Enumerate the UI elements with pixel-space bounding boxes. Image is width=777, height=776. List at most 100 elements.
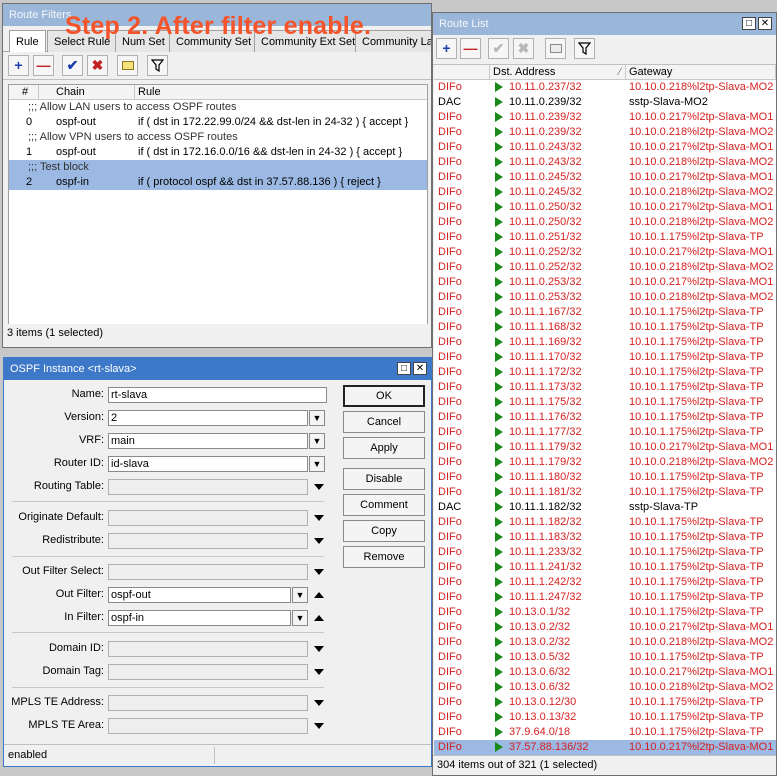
route-list-titlebar[interactable]: Route List □ ✕ xyxy=(433,13,776,35)
route-row[interactable]: DIFo 10.11.1.176/32 10.10.1.175%l2tp-Slava… xyxy=(434,410,776,425)
out-filter-select-field[interactable] xyxy=(108,564,308,580)
add-icon[interactable]: + xyxy=(8,55,29,76)
mpls-te-address-field[interactable] xyxy=(108,695,308,711)
router-id-select[interactable]: id-slava xyxy=(108,456,308,472)
route-row[interactable]: DIFo 10.11.1.242/32 10.10.1.175%l2tp-Slava… xyxy=(434,575,776,590)
route-row[interactable]: DIFo 10.11.0.253/32 10.10.0.218%l2tp-Slava… xyxy=(434,290,776,305)
disable-button[interactable]: Disable xyxy=(343,468,425,490)
route-row[interactable]: DIFo 10.11.1.169/32 10.10.1.175%l2tp-Slava… xyxy=(434,335,776,350)
route-row[interactable]: DIFo 10.11.1.179/32 10.10.0.218%l2tp-Slava… xyxy=(434,455,776,470)
in-filter-dropdown-icon[interactable]: ▼ xyxy=(292,610,308,626)
route-row[interactable]: DIFo 10.11.1.167/32 10.10.1.175%l2tp-Slava… xyxy=(434,305,776,320)
domain-id-field[interactable] xyxy=(108,641,308,657)
out-filter-select[interactable]: ospf-out xyxy=(108,587,291,603)
route-row[interactable]: DIFo 10.13.0.12/30 10.10.1.175%l2tp-Slava-… xyxy=(434,695,776,710)
apply-button[interactable]: Apply xyxy=(343,437,425,459)
disable-x-icon[interactable]: ✖ xyxy=(87,55,108,76)
maximize-icon[interactable]: □ xyxy=(742,17,756,30)
in-filter-select[interactable]: ospf-in xyxy=(108,610,291,626)
route-row-selected[interactable]: DIFo 37.57.88.136/32 10.10.0.217%l2tp-Slav… xyxy=(434,740,776,755)
route-row[interactable]: DIFo 10.11.1.247/32 10.10.1.175%l2tp-Slava… xyxy=(434,590,776,605)
domain-tag-expand-icon[interactable] xyxy=(314,669,324,675)
redistribute-expand-icon[interactable] xyxy=(314,538,324,544)
route-row[interactable]: DIFo 10.11.0.239/32 10.10.0.217%l2tp-Slava… xyxy=(434,110,776,125)
remove-icon[interactable]: — xyxy=(460,38,481,59)
column-header-num[interactable]: # xyxy=(9,85,39,100)
route-row[interactable]: DIFo 10.11.0.253/32 10.10.0.217%l2tp-Slava… xyxy=(434,275,776,290)
route-row[interactable]: DIFo 10.11.0.245/32 10.10.0.218%l2tp-Slava… xyxy=(434,185,776,200)
route-row[interactable]: DIFo 10.11.0.243/32 10.10.0.217%l2tp-Slava… xyxy=(434,140,776,155)
table-row[interactable]: ;;; Allow LAN users to access OSPF route… xyxy=(9,100,427,115)
ok-button[interactable]: OK xyxy=(343,385,425,407)
column-header-flags[interactable] xyxy=(434,65,490,80)
remove-button[interactable]: Remove xyxy=(343,546,425,568)
copy-button[interactable]: Copy xyxy=(343,520,425,542)
table-row[interactable]: ;;; Allow VPN users to access OSPF route… xyxy=(9,130,427,145)
comment-button[interactable]: Comment xyxy=(343,494,425,516)
close-icon[interactable]: ✕ xyxy=(413,362,427,375)
route-row[interactable]: DIFo 10.11.0.237/32 10.10.0.218%l2tp-Slava… xyxy=(434,80,776,95)
tab-rule[interactable]: Rule xyxy=(9,30,46,53)
table-row-selected[interactable]: 2 ospf-in if ( protocol ospf && dst in 3… xyxy=(9,175,427,190)
originate-default-expand-icon[interactable] xyxy=(314,515,324,521)
route-row[interactable]: DIFo 10.11.0.250/32 10.10.0.217%l2tp-Slava… xyxy=(434,200,776,215)
route-row[interactable]: DIFo 10.11.1.172/32 10.10.1.175%l2tp-Slava… xyxy=(434,365,776,380)
routing-table-select[interactable] xyxy=(108,479,308,495)
route-row[interactable]: DIFo 10.13.0.6/32 10.10.0.217%l2tp-Slava-M… xyxy=(434,665,776,680)
enable-check-icon[interactable]: ✔ xyxy=(488,38,509,59)
route-row[interactable]: DIFo 10.11.1.241/32 10.10.1.175%l2tp-Slava… xyxy=(434,560,776,575)
route-row[interactable]: DIFo 10.13.0.1/32 10.10.1.175%l2tp-Slava-T… xyxy=(434,605,776,620)
route-row[interactable]: DIFo 10.13.0.2/32 10.10.0.217%l2tp-Slava-M… xyxy=(434,620,776,635)
vrf-dropdown-icon[interactable]: ▼ xyxy=(309,433,325,449)
vrf-select[interactable]: main xyxy=(108,433,308,449)
route-row[interactable]: DIFo 10.11.0.243/32 10.10.0.218%l2tp-Slava… xyxy=(434,155,776,170)
route-row[interactable]: DIFo 10.11.1.170/32 10.10.1.175%l2tp-Slava… xyxy=(434,350,776,365)
version-select[interactable]: 2 xyxy=(108,410,308,426)
route-row[interactable]: DIFo 10.13.0.2/32 10.10.0.218%l2tp-Slava-M… xyxy=(434,635,776,650)
disable-x-icon[interactable]: ✖ xyxy=(513,38,534,59)
route-row[interactable]: DAC 10.11.1.182/32 sstp-Slava-TP xyxy=(434,500,776,515)
route-row[interactable]: DIFo 10.11.0.252/32 10.10.0.217%l2tp-Slava… xyxy=(434,245,776,260)
router-id-dropdown-icon[interactable]: ▼ xyxy=(309,456,325,472)
domain-id-expand-icon[interactable] xyxy=(314,646,324,652)
route-row[interactable]: DIFo 10.11.1.180/32 10.10.1.175%l2tp-Slava… xyxy=(434,470,776,485)
mpls-te-address-expand-icon[interactable] xyxy=(314,700,324,706)
close-icon[interactable]: ✕ xyxy=(758,17,772,30)
route-row[interactable]: DIFo 10.13.0.6/32 10.10.0.218%l2tp-Slava-M… xyxy=(434,680,776,695)
route-row[interactable]: DIFo 10.11.1.168/32 10.10.1.175%l2tp-Slava… xyxy=(434,320,776,335)
filter-icon[interactable] xyxy=(147,55,168,76)
table-row[interactable]: 0 ospf-out if ( dst in 172.22.99.0/24 &&… xyxy=(9,115,427,130)
comment-icon[interactable] xyxy=(545,38,566,59)
column-header-rule[interactable]: Rule xyxy=(135,85,427,100)
version-dropdown-icon[interactable]: ▼ xyxy=(309,410,325,426)
originate-default-select[interactable] xyxy=(108,510,308,526)
route-row[interactable]: DIFo 10.13.0.5/32 10.10.1.175%l2tp-Slava-T… xyxy=(434,650,776,665)
add-icon[interactable]: + xyxy=(436,38,457,59)
column-header-gateway[interactable]: Gateway xyxy=(626,65,776,80)
route-row[interactable]: DIFo 10.11.1.177/32 10.10.1.175%l2tp-Slava… xyxy=(434,425,776,440)
route-row[interactable]: DIFo 10.11.1.175/32 10.10.1.175%l2tp-Slava… xyxy=(434,395,776,410)
routing-table-expand-icon[interactable] xyxy=(314,484,324,490)
route-row[interactable]: DIFo 10.11.1.183/32 10.10.1.175%l2tp-Slava… xyxy=(434,530,776,545)
out-filter-dropdown-icon[interactable]: ▼ xyxy=(292,587,308,603)
route-row[interactable]: DIFo 10.11.0.250/32 10.10.0.218%l2tp-Slava… xyxy=(434,215,776,230)
comment-icon[interactable] xyxy=(117,55,138,76)
table-row[interactable]: 1 ospf-out if ( dst in 172.16.0.0/16 && … xyxy=(9,145,427,160)
name-field[interactable]: rt-slava xyxy=(108,387,327,403)
route-row[interactable]: DIFo 10.11.1.233/32 10.10.1.175%l2tp-Slava… xyxy=(434,545,776,560)
column-header-chain[interactable]: Chain xyxy=(53,85,135,100)
remove-icon[interactable]: — xyxy=(33,55,54,76)
route-row[interactable]: DIFo 10.11.0.245/32 10.10.0.217%l2tp-Slava… xyxy=(434,170,776,185)
out-filter-select-expand-icon[interactable] xyxy=(314,569,324,575)
in-filter-collapse-icon[interactable] xyxy=(314,615,324,621)
domain-tag-field[interactable] xyxy=(108,664,308,680)
route-row[interactable]: DIFo 10.11.0.239/32 10.10.0.218%l2tp-Slava… xyxy=(434,125,776,140)
filter-icon[interactable] xyxy=(574,38,595,59)
route-row[interactable]: DIFo 10.11.0.252/32 10.10.0.218%l2tp-Slava… xyxy=(434,260,776,275)
route-row[interactable]: DIFo 37.9.64.0/18 10.10.1.175%l2tp-Slava-T… xyxy=(434,725,776,740)
maximize-icon[interactable]: □ xyxy=(397,362,411,375)
enable-check-icon[interactable]: ✔ xyxy=(62,55,83,76)
route-row[interactable]: DIFo 10.13.0.13/32 10.10.1.175%l2tp-Slava-… xyxy=(434,710,776,725)
mpls-te-area-expand-icon[interactable] xyxy=(314,723,324,729)
route-row[interactable]: DAC 10.11.0.239/32 sstp-Slava-MO2 xyxy=(434,95,776,110)
